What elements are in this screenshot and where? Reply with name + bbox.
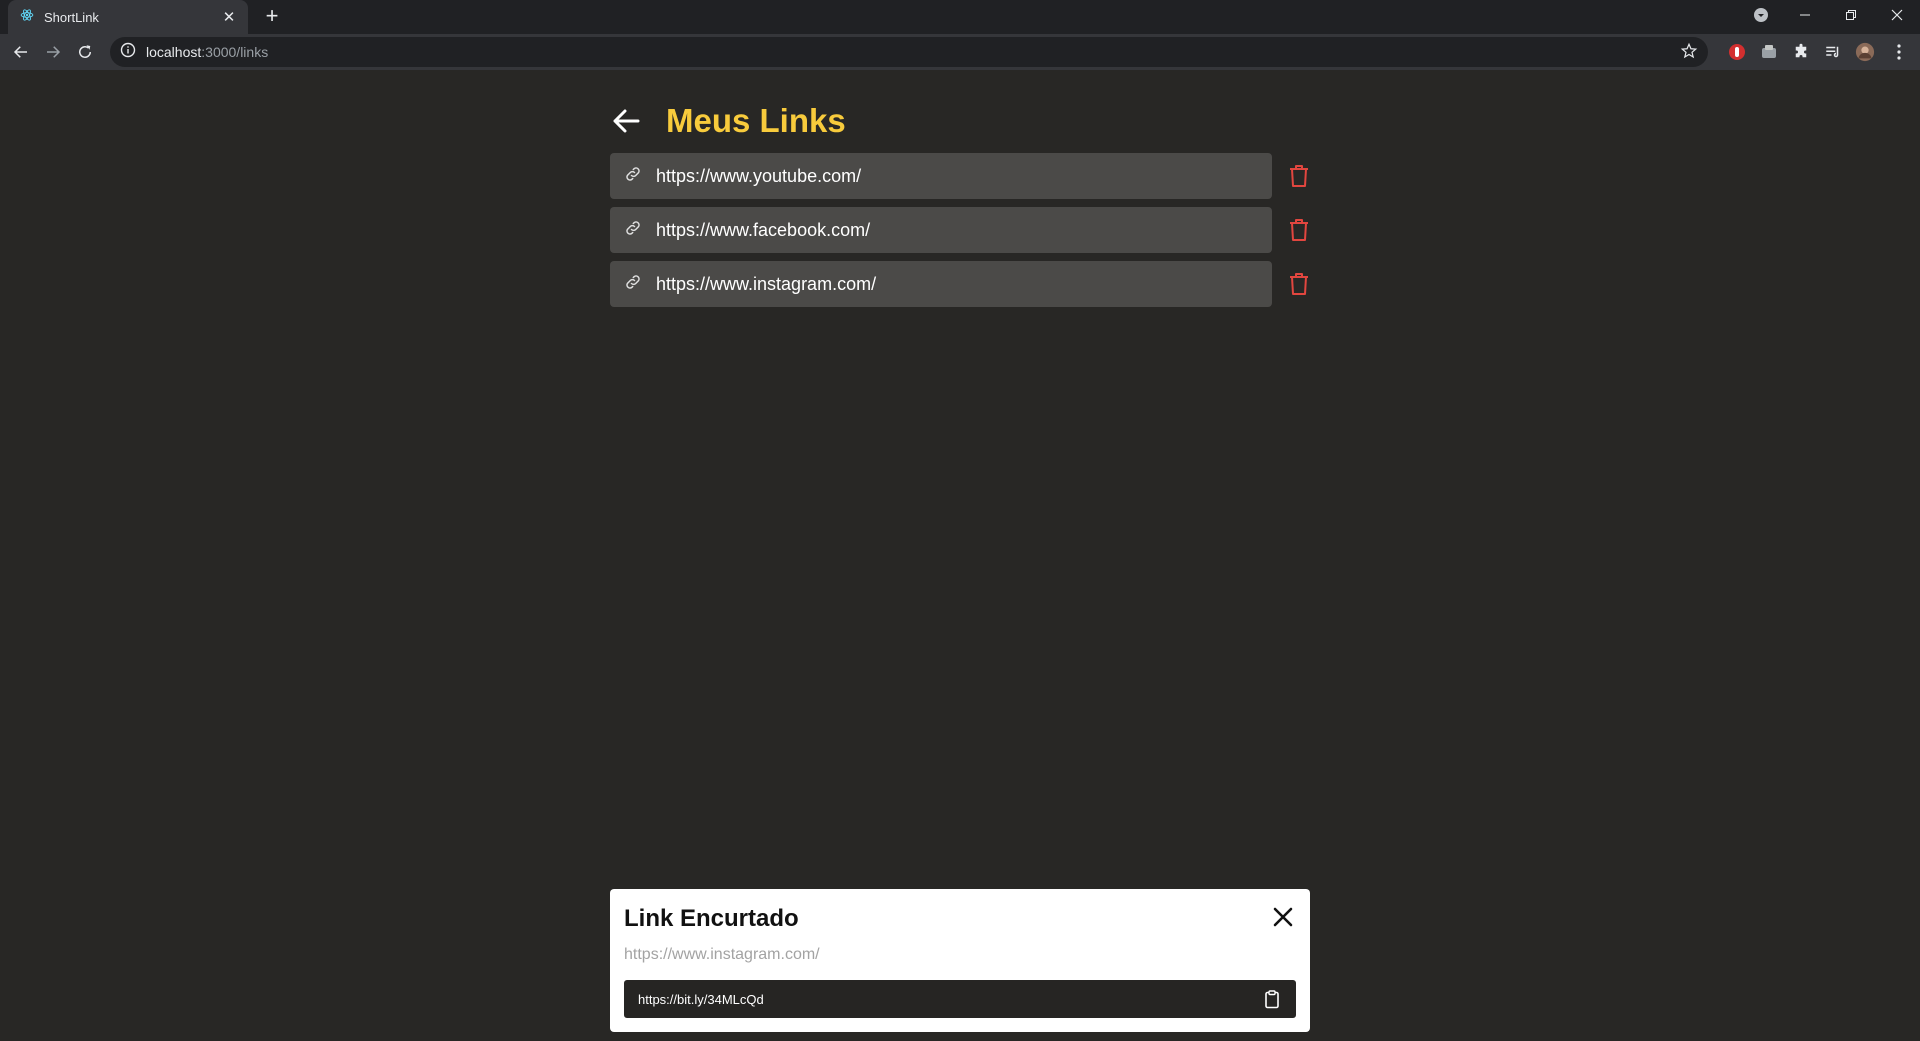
react-favicon-icon — [20, 8, 34, 27]
back-arrow-icon[interactable] — [610, 103, 646, 139]
forward-icon[interactable] — [41, 40, 65, 64]
link-url: https://www.instagram.com/ — [656, 273, 877, 294]
browser-toolbar: localhost:3000/links — [0, 34, 1920, 70]
adblock-extension-icon[interactable] — [1727, 42, 1747, 62]
link-url: https://www.youtube.com/ — [656, 165, 862, 186]
tab-search-icon[interactable] — [1738, 0, 1784, 30]
clipboard-icon[interactable] — [1262, 989, 1282, 1009]
original-url: https://www.instagram.com/ — [624, 946, 820, 963]
close-icon[interactable] — [1270, 904, 1296, 930]
short-url-copy-button[interactable]: https://bit.ly/34MLcQd — [624, 980, 1296, 1018]
minimize-icon[interactable] — [1782, 0, 1828, 30]
reload-icon[interactable] — [73, 40, 97, 64]
reading-list-icon[interactable] — [1823, 42, 1843, 62]
url-text: localhost:3000/links — [146, 44, 268, 60]
browser-menu-icon[interactable] — [1889, 42, 1909, 62]
link-item[interactable]: https://www.instagram.com/ — [610, 261, 1272, 307]
list-item: https://www.instagram.com/ — [610, 261, 1310, 307]
trash-icon[interactable] — [1286, 163, 1312, 189]
short-link-modal: Link Encurtado https://www.instagram.com… — [610, 889, 1310, 1032]
list-item: https://www.youtube.com/ — [610, 153, 1310, 199]
back-icon[interactable] — [9, 40, 33, 64]
page-title: Meus Links — [666, 102, 846, 139]
url-path: :3000/links — [201, 44, 269, 60]
bookmark-star-icon[interactable] — [1680, 42, 1698, 65]
link-icon — [624, 219, 642, 242]
url-host: localhost — [146, 44, 202, 60]
link-list: https://www.youtube.com/ https://www.fac… — [610, 153, 1310, 315]
short-url: https://bit.ly/34MLcQd — [638, 991, 764, 1007]
trash-icon[interactable] — [1286, 217, 1312, 243]
restore-icon[interactable] — [1828, 0, 1874, 30]
trash-icon[interactable] — [1286, 271, 1312, 297]
site-info-icon[interactable] — [120, 42, 136, 63]
list-item: https://www.facebook.com/ — [610, 207, 1310, 253]
browser-tab-strip: ShortLink ✕ + — [0, 0, 1920, 34]
close-window-icon[interactable] — [1874, 0, 1920, 30]
modal-title: Link Encurtado — [624, 905, 799, 932]
profile-avatar[interactable] — [1855, 42, 1875, 62]
link-icon — [624, 165, 642, 188]
address-bar[interactable]: localhost:3000/links — [110, 37, 1708, 67]
tab-title: ShortLink — [44, 9, 99, 25]
tab-close-icon[interactable]: ✕ — [220, 8, 238, 26]
link-url: https://www.facebook.com/ — [656, 219, 871, 240]
page-content: Meus Links https://www.youtube.com/ http… — [0, 70, 1920, 1041]
puzzle-extensions-icon[interactable] — [1791, 42, 1811, 62]
page-header: Meus Links — [610, 102, 846, 140]
link-item[interactable]: https://www.facebook.com/ — [610, 207, 1272, 253]
new-tab-button[interactable]: + — [260, 5, 284, 29]
link-icon — [624, 273, 642, 296]
browser-tab[interactable]: ShortLink ✕ — [8, 0, 248, 34]
extension-icon[interactable] — [1759, 42, 1779, 62]
link-item[interactable]: https://www.youtube.com/ — [610, 153, 1272, 199]
